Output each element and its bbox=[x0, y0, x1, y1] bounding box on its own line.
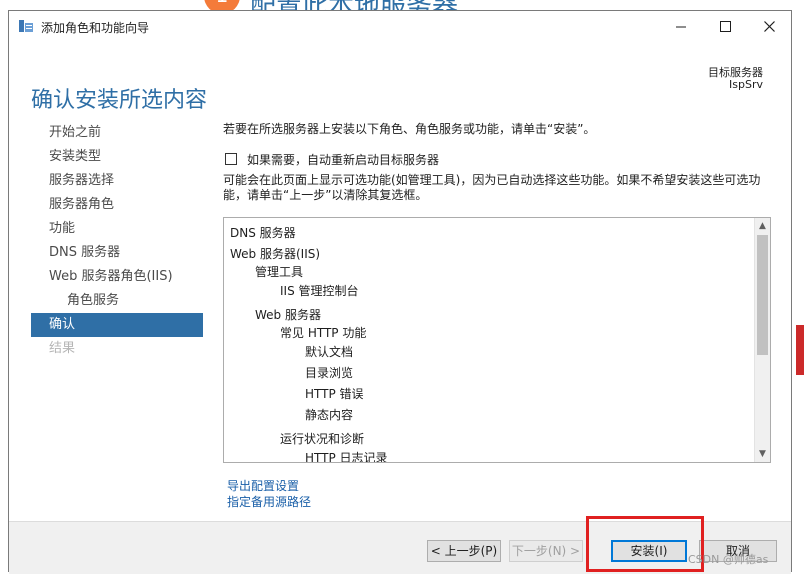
confirmation-content: 若要在所选服务器上安装以下角色、角色服务或功能，请单击“安装”。 如果需要，自动… bbox=[223, 121, 773, 202]
nav-item-role-services[interactable]: 角色服务 bbox=[31, 289, 203, 313]
list-item: DNS 服务器 bbox=[230, 226, 296, 240]
restart-checkbox[interactable] bbox=[225, 153, 237, 165]
target-server-info: 目标服务器 IspSrv bbox=[708, 67, 763, 91]
scroll-up-icon[interactable]: ▲ bbox=[755, 218, 770, 234]
nav-item-web-server-role[interactable]: Web 服务器角色(IIS) bbox=[31, 265, 203, 289]
maximize-button[interactable] bbox=[703, 15, 747, 41]
minimize-button[interactable] bbox=[659, 15, 703, 41]
selection-list[interactable]: DNS 服务器 Web 服务器(IIS) 管理工具 IIS 管理控制台 Web … bbox=[223, 217, 771, 463]
list-item: 运行状况和诊断 bbox=[280, 432, 365, 446]
background-accent bbox=[796, 325, 804, 375]
wizard-steps-nav: 开始之前 安装类型 服务器选择 服务器角色 功能 DNS 服务器 Web 服务器… bbox=[31, 121, 203, 361]
scrollbar-thumb[interactable] bbox=[757, 235, 768, 355]
maximize-icon bbox=[719, 21, 731, 32]
list-item: 默认文档 bbox=[305, 345, 354, 359]
list-item: 目录浏览 bbox=[305, 366, 354, 380]
nav-item-confirmation[interactable]: 确认 bbox=[31, 313, 203, 337]
window-title: 添加角色和功能向导 bbox=[41, 21, 150, 35]
intro-text: 若要在所选服务器上安装以下角色、角色服务或功能，请单击“安装”。 bbox=[223, 122, 596, 136]
close-icon bbox=[763, 21, 775, 32]
scroll-down-icon[interactable]: ▼ bbox=[755, 446, 770, 462]
list-item: Web 服务器 bbox=[255, 308, 321, 322]
nav-item-results: 结果 bbox=[49, 341, 76, 356]
restart-option[interactable]: 如果需要，自动重新启动目标服务器 bbox=[225, 151, 439, 167]
list-item: 常见 HTTP 功能 bbox=[280, 326, 367, 340]
close-button[interactable] bbox=[747, 15, 791, 41]
minimize-icon bbox=[675, 26, 686, 28]
nav-item-dns-server[interactable]: DNS 服务器 bbox=[31, 241, 203, 265]
list-item: 管理工具 bbox=[255, 265, 304, 279]
export-config-link[interactable]: 导出配置设置 bbox=[227, 477, 299, 494]
page-title: 确认安装所选内容 bbox=[31, 87, 208, 113]
list-scrollbar[interactable]: ▲ ▼ bbox=[754, 218, 770, 462]
target-server-name: IspSrv bbox=[729, 78, 763, 91]
optional-features-note: 可能会在此页面上显示可选功能(如管理工具)，因为已自动选择这些功能。如果不希望安… bbox=[223, 173, 761, 202]
nav-item-server-selection[interactable]: 服务器选择 bbox=[31, 169, 203, 193]
nav-item-before-you-begin[interactable]: 开始之前 bbox=[31, 121, 203, 145]
list-item: Web 服务器(IIS) bbox=[230, 247, 321, 261]
restart-label[interactable]: 如果需要，自动重新启动目标服务器 bbox=[247, 151, 439, 168]
server-manager-icon bbox=[19, 20, 33, 32]
nav-item-features[interactable]: 功能 bbox=[31, 217, 203, 241]
list-item: HTTP 日志记录 bbox=[305, 451, 388, 463]
previous-button[interactable]: < 上一步(P) bbox=[427, 540, 501, 562]
watermark: CSDN @帅德as bbox=[688, 553, 769, 566]
list-item: IIS 管理控制台 bbox=[280, 284, 359, 298]
alternate-source-link[interactable]: 指定备用源路径 bbox=[227, 493, 311, 510]
nav-item-installation-type[interactable]: 安装类型 bbox=[31, 145, 203, 169]
nav-item-server-roles[interactable]: 服务器角色 bbox=[31, 193, 203, 217]
list-item: HTTP 错误 bbox=[305, 387, 364, 401]
title-bar[interactable]: 添加角色和功能向导 bbox=[9, 11, 791, 43]
list-item: 静态内容 bbox=[305, 408, 354, 422]
install-highlight-annotation bbox=[586, 516, 704, 572]
selection-list-items: DNS 服务器 Web 服务器(IIS) 管理工具 IIS 管理控制台 Web … bbox=[224, 218, 754, 462]
next-button: 下一步(N) > bbox=[509, 540, 583, 562]
add-roles-wizard-dialog: 添加角色和功能向导 确认安装所选内容 目标服务器 IspSrv 开始之前 安装类… bbox=[8, 10, 792, 574]
